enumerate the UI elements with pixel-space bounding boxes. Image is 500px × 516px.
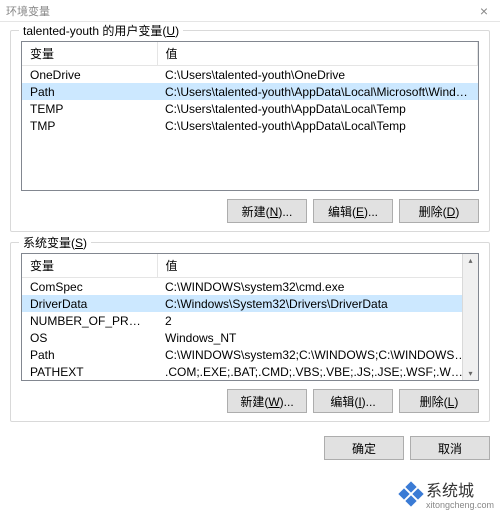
- table-row[interactable]: TEMPC:\Users\talented-youth\AppData\Loca…: [22, 100, 478, 117]
- system-new-button[interactable]: 新建(W)...: [227, 389, 307, 413]
- var-value-cell: Windows_NT: [157, 329, 478, 346]
- user-delete-button[interactable]: 删除(D): [399, 199, 479, 223]
- user-variables-table[interactable]: 变量 值 OneDriveC:\Users\talented-youth\One…: [21, 41, 479, 191]
- table-row[interactable]: DriverDataC:\Windows\System32\Drivers\Dr…: [22, 295, 478, 312]
- col-header-variable[interactable]: 变量: [22, 42, 157, 66]
- var-name-cell: DriverData: [22, 295, 157, 312]
- table-row[interactable]: PathC:\WINDOWS\system32;C:\WINDOWS;C:\WI…: [22, 346, 478, 363]
- var-name-cell: PATHEXT: [22, 363, 157, 380]
- dialog-footer: 确定 取消: [0, 432, 500, 460]
- system-variables-table[interactable]: 变量 值 ComSpecC:\WINDOWS\system32\cmd.exeD…: [21, 253, 479, 381]
- var-name-cell: PROCESSOR_ARCHITECT: [22, 380, 157, 381]
- var-value-cell: C:\Users\talented-youth\AppData\Local\Te…: [157, 100, 478, 117]
- var-value-cell: C:\WINDOWS\system32\cmd.exe: [157, 278, 478, 296]
- var-name-cell: TEMP: [22, 100, 157, 117]
- var-value-cell: .COM;.EXE;.BAT;.CMD;.VBS;.VBE;.JS;.JSE;.…: [157, 363, 478, 380]
- system-variables-group: 系统变量(S) 变量 值 ComSpecC:\WINDOWS\system32\…: [10, 242, 490, 422]
- cancel-button[interactable]: 取消: [410, 436, 490, 460]
- window-title: 环境变量: [6, 3, 50, 19]
- var-value-cell: C:\Users\talented-youth\AppData\Local\Mi…: [157, 83, 478, 100]
- user-variables-group: talented-youth 的用户变量(U) 变量 值 OneDriveC:\…: [10, 30, 490, 232]
- var-value-cell: C:\Users\talented-youth\AppData\Local\Te…: [157, 117, 478, 134]
- dialog-content: talented-youth 的用户变量(U) 变量 值 OneDriveC:\…: [0, 22, 500, 422]
- col-header-variable[interactable]: 变量: [22, 254, 157, 278]
- col-header-value[interactable]: 值: [157, 42, 478, 66]
- table-row[interactable]: TMPC:\Users\talented-youth\AppData\Local…: [22, 117, 478, 134]
- scroll-up-icon[interactable]: ▴: [468, 254, 472, 267]
- col-header-value[interactable]: 值: [157, 254, 478, 278]
- table-row[interactable]: PATHEXT.COM;.EXE;.BAT;.CMD;.VBS;.VBE;.JS…: [22, 363, 478, 380]
- table-row[interactable]: ComSpecC:\WINDOWS\system32\cmd.exe: [22, 278, 478, 296]
- system-delete-button[interactable]: 删除(L): [399, 389, 479, 413]
- scrollbar[interactable]: ▴ ▾: [462, 254, 478, 380]
- table-row[interactable]: PROCESSOR_ARCHITECTAMD64: [22, 380, 478, 381]
- var-name-cell: Path: [22, 83, 157, 100]
- table-row[interactable]: NUMBER_OF_PROCESSORS2: [22, 312, 478, 329]
- watermark: 系统城 xitongcheng.com: [400, 477, 494, 510]
- user-new-button[interactable]: 新建(N)...: [227, 199, 307, 223]
- table-row[interactable]: OneDriveC:\Users\talented-youth\OneDrive: [22, 66, 478, 84]
- var-name-cell: TMP: [22, 117, 157, 134]
- user-button-row: 新建(N)... 编辑(E)... 删除(D): [21, 199, 479, 223]
- var-name-cell: ComSpec: [22, 278, 157, 296]
- watermark-text: 系统城: [426, 483, 474, 500]
- var-value-cell: C:\WINDOWS\system32;C:\WINDOWS;C:\WINDOW…: [157, 346, 478, 363]
- var-name-cell: OS: [22, 329, 157, 346]
- var-value-cell: 2: [157, 312, 478, 329]
- var-name-cell: OneDrive: [22, 66, 157, 84]
- var-value-cell: AMD64: [157, 380, 478, 381]
- system-group-label: 系统变量(S): [19, 234, 91, 251]
- var-name-cell: NUMBER_OF_PROCESSORS: [22, 312, 157, 329]
- var-value-cell: C:\Windows\System32\Drivers\DriverData: [157, 295, 478, 312]
- watermark-logo-icon: [400, 483, 422, 505]
- system-button-row: 新建(W)... 编辑(I)... 删除(L): [21, 389, 479, 413]
- titlebar: 环境变量 ×: [0, 0, 500, 22]
- var-value-cell: C:\Users\talented-youth\OneDrive: [157, 66, 478, 84]
- user-edit-button[interactable]: 编辑(E)...: [313, 199, 393, 223]
- ok-button[interactable]: 确定: [324, 436, 404, 460]
- user-group-label: talented-youth 的用户变量(U): [19, 22, 183, 39]
- var-name-cell: Path: [22, 346, 157, 363]
- system-edit-button[interactable]: 编辑(I)...: [313, 389, 393, 413]
- watermark-subtext: xitongcheng.com: [426, 501, 494, 510]
- scroll-down-icon[interactable]: ▾: [468, 367, 472, 380]
- close-icon[interactable]: ×: [474, 3, 494, 19]
- table-row[interactable]: PathC:\Users\talented-youth\AppData\Loca…: [22, 83, 478, 100]
- table-row[interactable]: OSWindows_NT: [22, 329, 478, 346]
